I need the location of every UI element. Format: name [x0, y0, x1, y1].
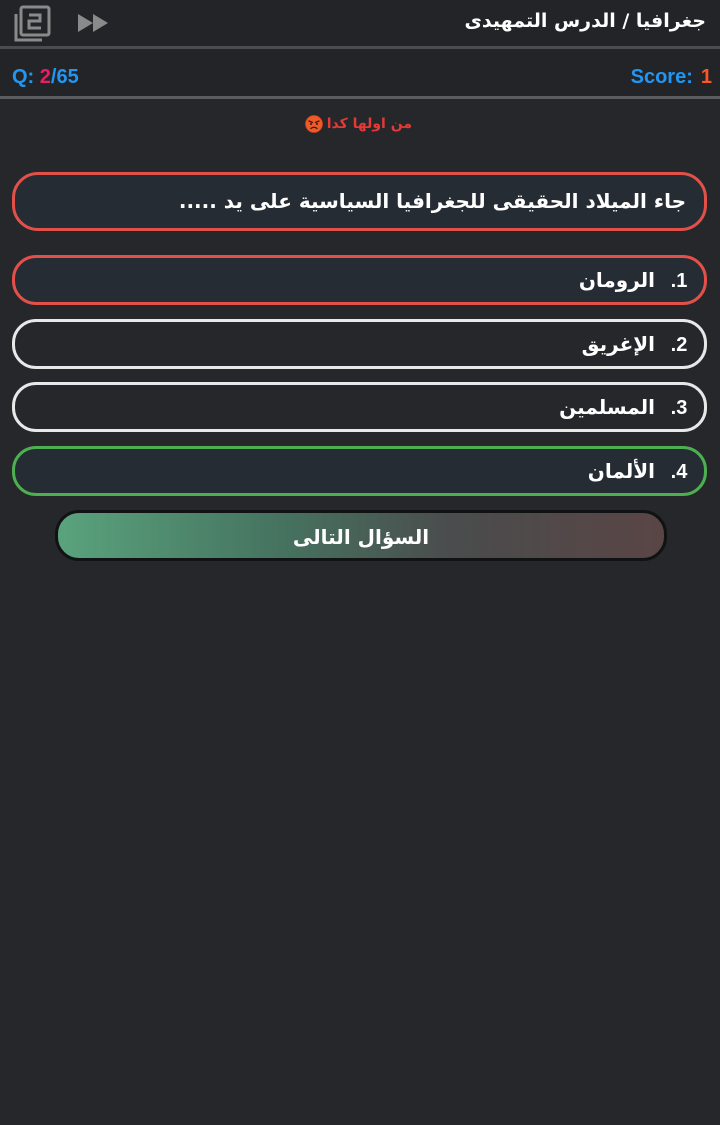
answer-option-2[interactable]: 2. الإغريق: [12, 319, 707, 369]
feedback-text: من اولها كدا: [326, 116, 412, 132]
status-bar: [0, 49, 720, 96]
feedback-message: من اولها كدا: [304, 113, 412, 135]
score-value: 1: [700, 66, 712, 88]
answer-option-text: الألمان: [587, 459, 656, 483]
answer-option-number: 1.: [670, 270, 688, 292]
question-box: جاء الميلاد الحقيقى للجغرافيا السياسية ع…: [12, 172, 707, 231]
numbered-list-icon[interactable]: [12, 5, 52, 43]
answer-option-number: 3.: [670, 397, 688, 419]
question-current: 2: [39, 66, 51, 88]
answer-option-label: 1. الرومان: [15, 268, 704, 293]
question-counter-prefix: Q:: [12, 66, 35, 88]
next-question-button[interactable]: السؤال التالى: [55, 510, 667, 561]
status-bar-divider: [0, 96, 720, 99]
fast-forward-icon[interactable]: [76, 11, 112, 35]
angry-face-icon: [304, 115, 323, 133]
score-label: Score:: [630, 66, 693, 88]
answer-option-label: 3. المسلمين: [15, 395, 704, 420]
score: Score: 1: [631, 66, 712, 89]
answer-option-4[interactable]: 4. الألمان: [12, 446, 707, 496]
answer-option-text: المسلمين: [559, 395, 656, 419]
question-total: /65: [50, 66, 79, 88]
answer-option-3[interactable]: 3. المسلمين: [12, 382, 707, 432]
question-counter: Q: 2/65: [12, 66, 79, 89]
answer-option-text: الإغريق: [581, 332, 656, 356]
question-text: جاء الميلاد الحقيقى للجغرافيا السياسية ع…: [178, 189, 686, 213]
answer-option-1[interactable]: 1. الرومان: [12, 255, 707, 305]
next-question-label: السؤال التالى: [292, 525, 430, 549]
answer-option-label: 2. الإغريق: [15, 332, 704, 357]
answer-option-text: الرومان: [578, 268, 656, 292]
answer-option-label: 4. الألمان: [15, 459, 704, 484]
answer-option-number: 2.: [670, 334, 688, 356]
breadcrumb: جغرافيا / الدرس التمهيدى: [464, 10, 706, 32]
answer-option-number: 4.: [670, 461, 688, 483]
